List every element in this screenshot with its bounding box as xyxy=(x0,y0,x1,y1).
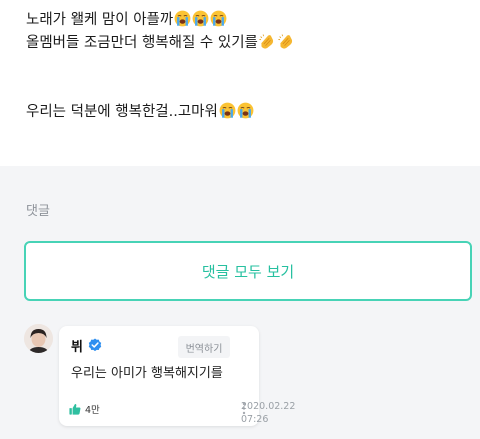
comment-date: 2020.02.22 xyxy=(241,401,296,412)
thumbs-up-icon xyxy=(69,403,81,415)
clapping-emoji-group xyxy=(259,33,297,58)
comment-author-row: 뷔 xyxy=(71,336,102,355)
loudly-crying-face-icon xyxy=(192,10,209,27)
verified-badge-icon xyxy=(88,338,102,352)
comment-time: 07:26 xyxy=(241,414,269,425)
avatar[interactable] xyxy=(24,324,53,353)
comments-section-label: 댓글 xyxy=(26,204,50,219)
avatar-image xyxy=(24,324,53,353)
post-line-1-text: 노래가 왤케 맘이 아플까 xyxy=(26,12,174,28)
translate-button-label: 번역하기 xyxy=(185,343,223,355)
loudly-crying-face-icon xyxy=(210,10,227,27)
loudly-crying-face-icon xyxy=(174,10,191,27)
post-line-1: 노래가 왤케 맘이 아플까 xyxy=(26,9,480,32)
view-all-comments-button[interactable]: 댓글 모두 보기 xyxy=(24,241,472,301)
loudly-crying-face-icon xyxy=(237,102,254,119)
crying-emoji-group xyxy=(219,102,255,127)
comment-author-name[interactable]: 뷔 xyxy=(71,336,83,355)
post-line-3-text: 우리는 덕분에 행복한걸..고마워 xyxy=(26,104,218,120)
comment-item: 뷔 번역하기 우리는 아미가 행복해지기를 4만 2020.02.22 07:2… xyxy=(24,324,480,439)
comment-text: 우리는 아미가 행복해지기를 xyxy=(71,366,223,381)
view-all-comments-label: 댓글 모두 보기 xyxy=(201,262,295,281)
like-button[interactable]: 4만 xyxy=(69,402,100,416)
loudly-crying-face-icon xyxy=(219,102,236,119)
comment-bubble: 뷔 번역하기 우리는 아미가 행복해지기를 4만 xyxy=(59,326,259,426)
post-spacer xyxy=(26,55,480,101)
clapping-hands-icon xyxy=(259,33,277,50)
clapping-hands-icon xyxy=(278,33,296,50)
post-line-3: 우리는 덕분에 행복한걸..고마워 xyxy=(26,101,480,124)
post-body: 노래가 왤케 맘이 아플까 올멤버들 조금만더 행복해질 수 있기를 우리는 덕… xyxy=(0,0,480,166)
post-line-2-text: 올멤버들 조금만더 행복해질 수 있기를 xyxy=(26,35,258,51)
translate-button[interactable]: 번역하기 xyxy=(178,336,230,358)
post-line-2: 올멤버들 조금만더 행복해질 수 있기를 xyxy=(26,32,480,55)
like-count: 4만 xyxy=(85,405,100,416)
